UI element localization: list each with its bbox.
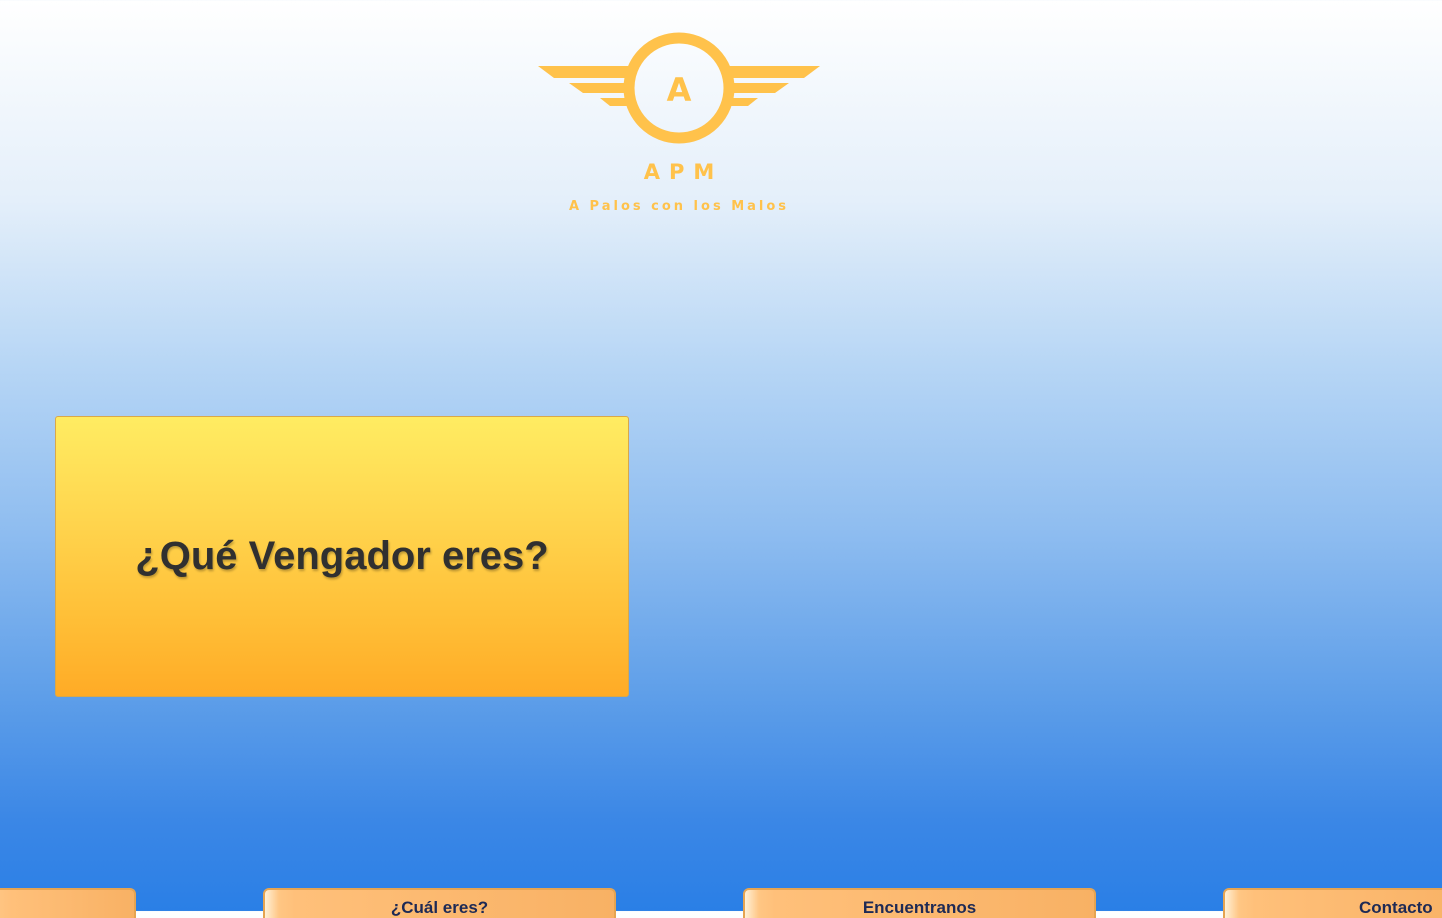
winged-emblem-icon: A [538, 32, 820, 144]
nav-button-contacto[interactable]: Contacto [1223, 888, 1442, 918]
brand-logo[interactable]: A APM A Palos con los Malos [538, 30, 820, 220]
nav-label: Encuentranos [862, 898, 977, 917]
hero-title: ¿Qué Vengador eres? [135, 534, 549, 578]
nav-button-encuentranos[interactable]: Encuentranos [743, 888, 1096, 918]
nav-label: Contacto [1359, 898, 1433, 917]
nav-label: ¿Cuál eres? [390, 898, 489, 917]
nav-button-home[interactable] [0, 888, 136, 918]
brand-subtitle: A Palos con los Malos [568, 199, 790, 214]
brand-title: APM [643, 160, 724, 184]
emblem-letter: A [667, 71, 692, 109]
nav-button-cual-eres[interactable]: ¿Cuál eres? [263, 888, 616, 918]
hero-card: ¿Qué Vengador eres? [55, 416, 629, 697]
